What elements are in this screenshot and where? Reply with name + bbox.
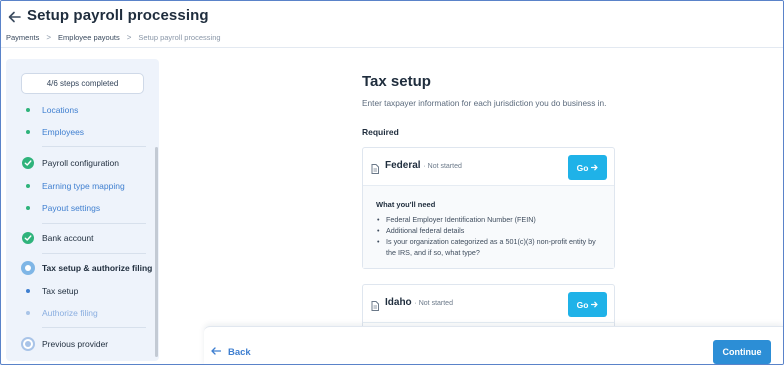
go-button-label: Go [576,162,589,173]
steps-progress-label: 4/6 steps completed [21,73,144,94]
chevron-right-icon: > [46,32,52,42]
breadcrumb-current: Setup payroll processing [138,32,221,42]
breadcrumb-employee-payouts[interactable]: Employee payouts [58,33,120,42]
go-button-idaho[interactable]: Go [568,292,607,317]
sidebar-item-label: Payroll configuration [42,158,120,168]
jurisdiction-name-text: Federal [385,160,421,171]
needs-list: Federal Employer Identification Number (… [376,214,601,258]
jurisdiction-card-idaho: Idaho · Not started Go [362,284,615,329]
back-arrow-icon[interactable] [8,9,22,25]
main-content: Tax setup Enter taxpayer information for… [159,49,783,364]
sidebar-scrollbar[interactable] [155,147,158,357]
divider [42,253,146,254]
sidebar-item-label: Employees [42,127,85,137]
sidebar-item-employees[interactable]: Employees [6,125,146,139]
page-header: Setup payroll processing Payments > Empl… [1,1,783,48]
arrow-left-icon [211,346,222,358]
sidebar-item-label: Tax setup [42,286,79,296]
sidebar-item-payout-settings[interactable]: Payout settings [6,201,146,215]
breadcrumb-payments[interactable]: Payments [6,33,39,42]
steps-sidebar: 4/6 steps completed Locations Employees … [6,59,159,361]
document-icon [371,298,379,311]
sidebar-item-bank-account[interactable]: Bank account [6,231,146,245]
sidebar-item-label: Earning type mapping [42,181,125,191]
card-header: Idaho · Not started Go [363,285,614,323]
sidebar-item-label: Locations [42,105,79,115]
chevron-right-icon: > [126,32,132,42]
current-step-icon [21,261,35,275]
section-subtitle: Enter taxpayer information for each juri… [362,98,607,108]
page-title: Setup payroll processing [27,7,209,24]
sidebar-item-label: Bank account [42,233,94,243]
continue-button[interactable]: Continue [713,340,771,364]
sidebar-item-tax-setup[interactable]: Tax setup [6,284,146,298]
sidebar-item-label: Authorize filing [42,308,98,318]
check-icon [22,232,34,244]
list-item: Is your organization categorized as a 50… [376,236,601,258]
sidebar-item-label: Tax setup & authorize filing [42,263,153,273]
divider [42,146,146,147]
app-window: Setup payroll processing Payments > Empl… [0,0,784,365]
sidebar-item-tax-setup-authorize-filing[interactable]: Tax setup & authorize filing [6,261,152,275]
jurisdiction-name: Idaho · Not started [385,297,453,308]
step-dot-icon [26,311,30,315]
sidebar-item-label: Previous provider [42,339,109,349]
needs-title: What you'll need [376,200,436,209]
jurisdiction-name-text: Idaho [385,297,412,308]
document-icon [371,161,379,174]
required-label: Required [362,127,399,137]
arrow-right-icon [591,300,599,310]
step-dot-icon [26,130,30,134]
step-dot-icon [26,184,30,188]
status-text: · Not started [423,163,462,170]
check-icon [22,157,34,169]
go-button-federal[interactable]: Go [568,155,607,180]
jurisdiction-card-federal: Federal · Not started Go What you'll nee… [362,147,615,269]
list-item: Additional federal details [376,225,601,236]
jurisdiction-name: Federal · Not started [385,160,462,171]
sidebar-item-label: Payout settings [42,203,101,213]
card-requirements: What you'll need Federal Employer Identi… [363,186,614,268]
section-title: Tax setup [362,73,431,90]
step-dot-icon [26,108,30,112]
sidebar-item-locations[interactable]: Locations [6,103,146,117]
sidebar-item-previous-provider[interactable]: Previous provider [6,337,146,351]
sidebar-item-authorize-filing[interactable]: Authorize filing [6,306,146,320]
pending-step-icon [21,337,35,351]
sidebar-item-earning-type-mapping[interactable]: Earning type mapping [6,179,146,193]
footer-bar: Back Continue [204,326,783,364]
step-dot-icon [26,289,30,293]
go-button-label: Go [576,299,589,310]
back-button-label: Back [228,346,251,358]
back-button[interactable]: Back [211,345,251,359]
status-text: · Not started [414,300,453,307]
breadcrumb: Payments > Employee payouts > Setup payr… [6,31,221,43]
card-header: Federal · Not started Go [363,148,614,186]
divider [42,223,146,224]
step-dot-icon [26,206,30,210]
sidebar-item-payroll-configuration[interactable]: Payroll configuration [6,156,146,170]
list-item: Federal Employer Identification Number (… [376,214,601,225]
arrow-right-icon [591,163,599,173]
divider [42,327,146,328]
